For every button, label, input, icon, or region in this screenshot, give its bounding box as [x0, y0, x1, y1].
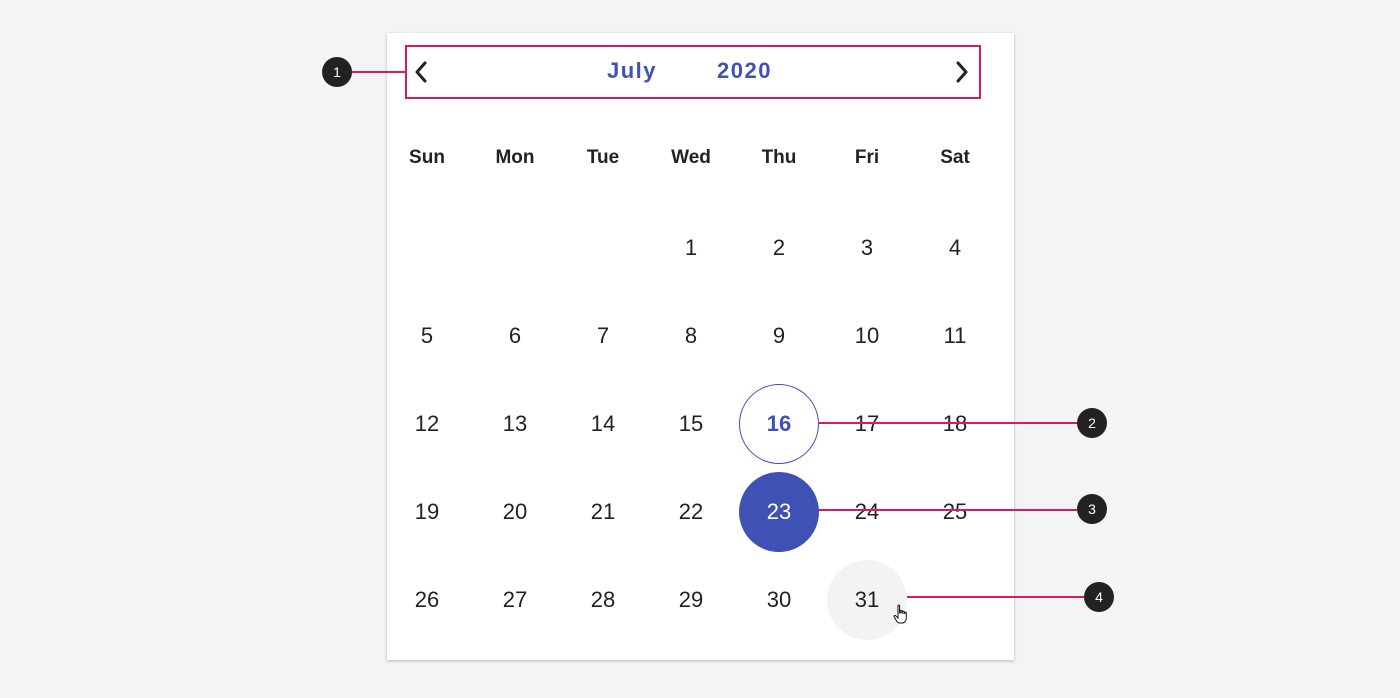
annotation-badge-1: 1 — [322, 57, 352, 87]
day-4[interactable]: 4 — [915, 208, 995, 288]
day-17[interactable]: 17 — [827, 384, 907, 464]
day-12[interactable]: 12 — [387, 384, 467, 464]
weekday-mon: Mon — [495, 147, 535, 168]
day-6[interactable]: 6 — [475, 296, 555, 376]
day-10[interactable]: 10 — [827, 296, 907, 376]
day-26[interactable]: 26 — [387, 560, 467, 640]
day-2[interactable]: 2 — [739, 208, 819, 288]
weekday-tue: Tue — [586, 147, 620, 168]
day-22[interactable]: 22 — [651, 472, 731, 552]
day-7[interactable]: 7 — [563, 296, 643, 376]
day-19[interactable]: 19 — [387, 472, 467, 552]
day-29[interactable]: 29 — [651, 560, 731, 640]
day-8[interactable]: 8 — [651, 296, 731, 376]
day-24[interactable]: 24 — [827, 472, 907, 552]
annotation-badge-3: 3 — [1077, 494, 1107, 524]
weekday-wed: Wed — [671, 147, 711, 168]
day-31[interactable]: 31 — [827, 560, 907, 640]
day-13[interactable]: 13 — [475, 384, 555, 464]
calendar-card: July 2020 Sun Mon Tue Wed Thu Fri Sat 12… — [387, 33, 1014, 660]
day-23[interactable]: 23 — [739, 472, 819, 552]
day-27[interactable]: 27 — [475, 560, 555, 640]
day-1[interactable]: 1 — [651, 208, 731, 288]
weekday-thu: Thu — [761, 147, 797, 168]
callout-line-3 — [819, 509, 1077, 511]
day-21[interactable]: 21 — [563, 472, 643, 552]
hand-pointer-cursor-icon — [893, 604, 907, 624]
day-16[interactable]: 16 — [739, 384, 819, 464]
callout-line-1 — [352, 71, 405, 73]
day-30[interactable]: 30 — [739, 560, 819, 640]
callout-line-2 — [819, 422, 1077, 424]
day-14[interactable]: 14 — [563, 384, 643, 464]
weekday-sun: Sun — [409, 147, 445, 168]
day-11[interactable]: 11 — [915, 296, 995, 376]
day-18[interactable]: 18 — [915, 384, 995, 464]
day-5[interactable]: 5 — [387, 296, 467, 376]
day-9[interactable]: 9 — [739, 296, 819, 376]
day-3[interactable]: 3 — [827, 208, 907, 288]
weekday-sat: Sat — [940, 147, 970, 168]
day-25[interactable]: 25 — [915, 472, 995, 552]
callout-box-header — [405, 45, 981, 99]
day-15[interactable]: 15 — [651, 384, 731, 464]
annotation-badge-2: 2 — [1077, 408, 1107, 438]
day-28[interactable]: 28 — [563, 560, 643, 640]
callout-line-4 — [907, 596, 1084, 598]
day-20[interactable]: 20 — [475, 472, 555, 552]
annotation-badge-4: 4 — [1084, 582, 1114, 612]
weekday-fri: Fri — [854, 147, 880, 168]
